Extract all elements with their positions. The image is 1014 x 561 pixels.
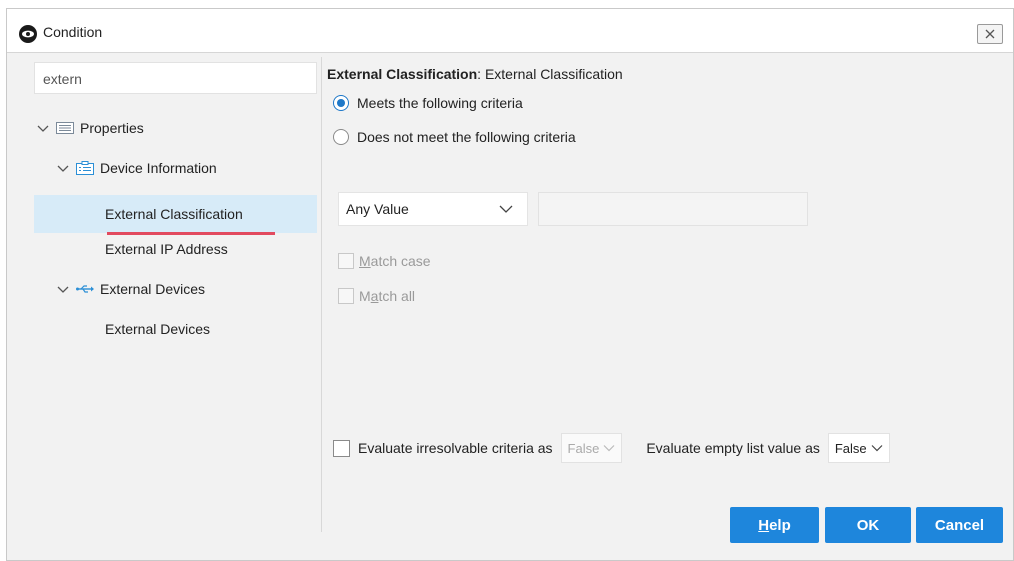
- window-title: Condition: [43, 24, 103, 40]
- tree-item-external-classification[interactable]: External Classification: [105, 199, 243, 229]
- match-all-checkbox: Match all: [338, 287, 415, 305]
- chevron-down-icon[interactable]: [36, 121, 50, 135]
- evaluate-empty-value: False: [834, 440, 867, 456]
- tree-node-device-information[interactable]: Device Information: [56, 153, 217, 183]
- panel-divider: [321, 57, 322, 532]
- ok-button[interactable]: OK: [825, 507, 911, 543]
- match-case-label: Match case: [359, 253, 431, 269]
- chevron-down-icon: [603, 445, 615, 452]
- match-case-accel: M: [359, 253, 371, 269]
- radio-not-meets-criteria[interactable]: Does not meet the following criteria: [333, 127, 576, 147]
- close-icon: [985, 29, 995, 39]
- evaluate-empty-label: Evaluate empty list value as: [646, 440, 820, 456]
- match-all-pre: M: [359, 288, 371, 304]
- tree-label-external-classification: External Classification: [105, 206, 243, 222]
- evaluate-empty-select[interactable]: False: [827, 433, 890, 463]
- chevron-down-icon: [499, 205, 513, 213]
- chevron-down-icon[interactable]: [56, 282, 70, 296]
- device-info-icon: [76, 161, 94, 175]
- chevron-down-icon: [871, 445, 883, 452]
- checkbox: [338, 288, 354, 304]
- heading-property-name: External Classification: [327, 66, 478, 82]
- usb-devices-icon: [76, 285, 94, 293]
- tree-label-external-devices: External Devices: [105, 321, 211, 337]
- heading-property-path: : External Classification: [477, 66, 623, 82]
- tree-label-device-information: Device Information: [100, 160, 217, 176]
- close-button[interactable]: [977, 24, 1003, 44]
- checkbox: [338, 253, 354, 269]
- search-input[interactable]: [43, 71, 308, 87]
- cancel-button[interactable]: Cancel: [916, 507, 1003, 543]
- evaluation-options: Evaluate irresolvable criteria as False …: [333, 433, 890, 463]
- cancel-label: Cancel: [934, 516, 985, 534]
- tree-item-external-ip-address[interactable]: External IP Address: [105, 234, 228, 264]
- evaluate-irresolvable-label: Evaluate irresolvable criteria as: [358, 440, 553, 456]
- radio-button-selected[interactable]: [333, 95, 349, 111]
- match-case-rest: atch case: [370, 253, 431, 269]
- match-all-rest: tch all: [378, 288, 416, 304]
- evaluate-irresolvable-select: False: [560, 433, 623, 463]
- help-button[interactable]: Help: [730, 507, 819, 543]
- tree-label-properties: Properties: [80, 120, 144, 136]
- help-rest: elp: [769, 516, 791, 534]
- title-bar: Condition: [7, 9, 1013, 53]
- criteria-heading: External Classification: External Classi…: [327, 66, 623, 82]
- condition-eye-icon: [19, 25, 37, 43]
- radio-meets-criteria[interactable]: Meets the following criteria: [333, 93, 523, 113]
- tree-label-external-ip-address: External IP Address: [105, 241, 228, 257]
- tree-label-external-devices-group: External Devices: [100, 281, 206, 297]
- radio-meets-label: Meets the following criteria: [357, 95, 523, 111]
- value-input: [538, 192, 808, 226]
- evaluate-irresolvable-checkbox[interactable]: [333, 439, 350, 457]
- chevron-down-icon[interactable]: [56, 161, 70, 175]
- properties-list-icon: [56, 122, 74, 134]
- search-field[interactable]: [34, 62, 317, 94]
- tree-node-external-devices[interactable]: External Devices: [56, 274, 205, 304]
- radio-button[interactable]: [333, 129, 349, 145]
- tree-node-properties[interactable]: Properties: [36, 113, 144, 143]
- value-operator-select[interactable]: Any Value: [338, 192, 528, 226]
- help-accel: H: [758, 516, 770, 534]
- match-all-label: Match all: [359, 288, 415, 304]
- match-case-checkbox: Match case: [338, 252, 431, 270]
- value-operator-text: Any Value: [346, 201, 409, 217]
- tree-item-external-devices[interactable]: External Devices: [105, 314, 210, 344]
- radio-not-meets-label: Does not meet the following criteria: [357, 129, 576, 145]
- evaluate-irresolvable-value: False: [567, 440, 600, 456]
- ok-label: OK: [856, 516, 880, 534]
- condition-dialog: Condition Properties Device Information …: [6, 8, 1014, 561]
